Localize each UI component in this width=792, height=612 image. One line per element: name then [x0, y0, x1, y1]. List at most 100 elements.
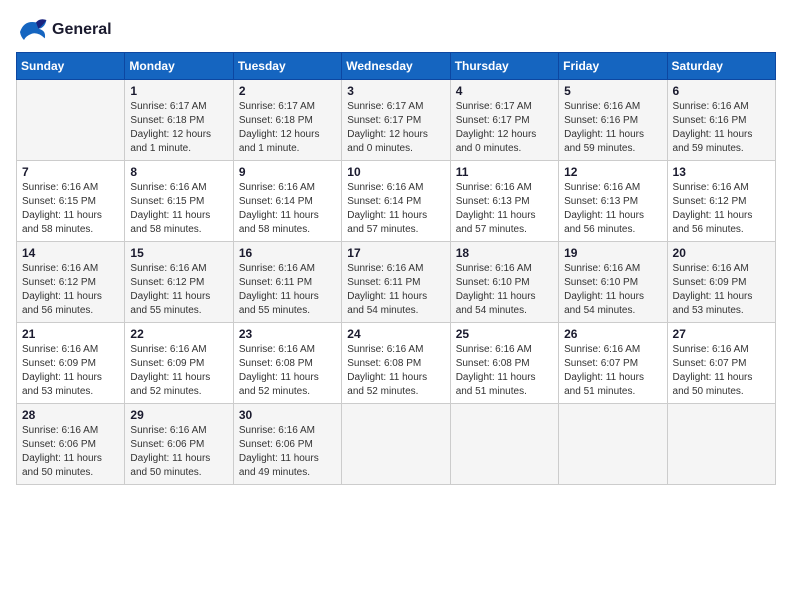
- day-info: Sunrise: 6:16 AM Sunset: 6:09 PM Dayligh…: [130, 343, 227, 399]
- calendar-week-row: 1 Sunrise: 6:17 AM Sunset: 6:18 PM Daylig…: [17, 80, 776, 161]
- calendar-table: SundayMondayTuesdayWednesdayThursdayFrid…: [16, 52, 776, 485]
- calendar-cell: [667, 404, 775, 485]
- day-number: 10: [347, 165, 444, 179]
- day-number: 7: [22, 165, 119, 179]
- day-info: Sunrise: 6:16 AM Sunset: 6:11 PM Dayligh…: [347, 262, 444, 318]
- calendar-cell: 30 Sunrise: 6:16 AM Sunset: 6:06 PM Dayli…: [233, 404, 341, 485]
- day-number: 4: [456, 84, 553, 98]
- calendar-week-row: 28 Sunrise: 6:16 AM Sunset: 6:06 PM Dayli…: [17, 404, 776, 485]
- day-number: 13: [673, 165, 770, 179]
- page-header: General: [16, 16, 776, 44]
- day-number: 3: [347, 84, 444, 98]
- day-header-saturday: Saturday: [667, 53, 775, 80]
- day-info: Sunrise: 6:16 AM Sunset: 6:06 PM Dayligh…: [130, 424, 227, 480]
- day-info: Sunrise: 6:16 AM Sunset: 6:09 PM Dayligh…: [673, 262, 770, 318]
- day-number: 16: [239, 246, 336, 260]
- day-info: Sunrise: 6:16 AM Sunset: 6:10 PM Dayligh…: [564, 262, 661, 318]
- day-info: Sunrise: 6:16 AM Sunset: 6:12 PM Dayligh…: [130, 262, 227, 318]
- logo-text: General: [52, 20, 112, 39]
- calendar-cell: 29 Sunrise: 6:16 AM Sunset: 6:06 PM Dayli…: [125, 404, 233, 485]
- calendar-cell: 23 Sunrise: 6:16 AM Sunset: 6:08 PM Dayli…: [233, 323, 341, 404]
- day-info: Sunrise: 6:16 AM Sunset: 6:07 PM Dayligh…: [564, 343, 661, 399]
- day-info: Sunrise: 6:16 AM Sunset: 6:11 PM Dayligh…: [239, 262, 336, 318]
- day-number: 30: [239, 408, 336, 422]
- calendar-cell: 8 Sunrise: 6:16 AM Sunset: 6:15 PM Daylig…: [125, 161, 233, 242]
- day-number: 21: [22, 327, 119, 341]
- calendar-cell: [559, 404, 667, 485]
- day-header-tuesday: Tuesday: [233, 53, 341, 80]
- calendar-cell: 24Sunrise: 6:16 AM Sunset: 6:08 PM Dayli…: [342, 323, 450, 404]
- calendar-cell: [450, 404, 558, 485]
- day-number: 15: [130, 246, 227, 260]
- day-number: 28: [22, 408, 119, 422]
- calendar-cell: 9 Sunrise: 6:16 AM Sunset: 6:14 PM Daylig…: [233, 161, 341, 242]
- calendar-week-row: 7 Sunrise: 6:16 AM Sunset: 6:15 PM Daylig…: [17, 161, 776, 242]
- day-number: 14: [22, 246, 119, 260]
- calendar-cell: 2 Sunrise: 6:17 AM Sunset: 6:18 PM Daylig…: [233, 80, 341, 161]
- day-number: 1: [130, 84, 227, 98]
- day-number: 2: [239, 84, 336, 98]
- calendar-cell: 14Sunrise: 6:16 AM Sunset: 6:12 PM Dayli…: [17, 242, 125, 323]
- calendar-cell: 26 Sunrise: 6:16 AM Sunset: 6:07 PM Dayli…: [559, 323, 667, 404]
- day-info: Sunrise: 6:16 AM Sunset: 6:16 PM Dayligh…: [673, 100, 770, 156]
- day-info: Sunrise: 6:17 AM Sunset: 6:17 PM Dayligh…: [347, 100, 444, 156]
- day-info: Sunrise: 6:16 AM Sunset: 6:07 PM Dayligh…: [673, 343, 770, 399]
- calendar-cell: 18Sunrise: 6:16 AM Sunset: 6:10 PM Dayli…: [450, 242, 558, 323]
- day-info: Sunrise: 6:16 AM Sunset: 6:10 PM Dayligh…: [456, 262, 553, 318]
- day-number: 26: [564, 327, 661, 341]
- day-info: Sunrise: 6:16 AM Sunset: 6:08 PM Dayligh…: [239, 343, 336, 399]
- day-number: 20: [673, 246, 770, 260]
- calendar-cell: 6Sunrise: 6:16 AM Sunset: 6:16 PM Daylig…: [667, 80, 775, 161]
- calendar-body: 1 Sunrise: 6:17 AM Sunset: 6:18 PM Daylig…: [17, 80, 776, 485]
- day-number: 5: [564, 84, 661, 98]
- day-info: Sunrise: 6:17 AM Sunset: 6:17 PM Dayligh…: [456, 100, 553, 156]
- day-info: Sunrise: 6:16 AM Sunset: 6:12 PM Dayligh…: [673, 181, 770, 237]
- day-info: Sunrise: 6:16 AM Sunset: 6:14 PM Dayligh…: [239, 181, 336, 237]
- calendar-cell: 27Sunrise: 6:16 AM Sunset: 6:07 PM Dayli…: [667, 323, 775, 404]
- calendar-cell: 15 Sunrise: 6:16 AM Sunset: 6:12 PM Dayli…: [125, 242, 233, 323]
- day-header-thursday: Thursday: [450, 53, 558, 80]
- day-number: 11: [456, 165, 553, 179]
- calendar-cell: 11 Sunrise: 6:16 AM Sunset: 6:13 PM Dayli…: [450, 161, 558, 242]
- day-header-sunday: Sunday: [17, 53, 125, 80]
- logo: General: [16, 16, 112, 44]
- calendar-cell: [342, 404, 450, 485]
- calendar-cell: 22Sunrise: 6:16 AM Sunset: 6:09 PM Dayli…: [125, 323, 233, 404]
- calendar-cell: 10Sunrise: 6:16 AM Sunset: 6:14 PM Dayli…: [342, 161, 450, 242]
- day-header-monday: Monday: [125, 53, 233, 80]
- calendar-cell: 19Sunrise: 6:16 AM Sunset: 6:10 PM Dayli…: [559, 242, 667, 323]
- calendar-cell: 5 Sunrise: 6:16 AM Sunset: 6:16 PM Daylig…: [559, 80, 667, 161]
- day-info: Sunrise: 6:16 AM Sunset: 6:06 PM Dayligh…: [239, 424, 336, 480]
- day-number: 12: [564, 165, 661, 179]
- calendar-cell: 12 Sunrise: 6:16 AM Sunset: 6:13 PM Dayli…: [559, 161, 667, 242]
- day-info: Sunrise: 6:16 AM Sunset: 6:09 PM Dayligh…: [22, 343, 119, 399]
- day-info: Sunrise: 6:17 AM Sunset: 6:18 PM Dayligh…: [239, 100, 336, 156]
- calendar-cell: [17, 80, 125, 161]
- day-info: Sunrise: 6:16 AM Sunset: 6:16 PM Dayligh…: [564, 100, 661, 156]
- day-info: Sunrise: 6:16 AM Sunset: 6:15 PM Dayligh…: [130, 181, 227, 237]
- calendar-cell: 1Sunrise: 6:17 AM Sunset: 6:18 PM Daylig…: [125, 80, 233, 161]
- calendar-cell: 17 Sunrise: 6:16 AM Sunset: 6:11 PM Dayli…: [342, 242, 450, 323]
- day-number: 23: [239, 327, 336, 341]
- day-info: Sunrise: 6:16 AM Sunset: 6:13 PM Dayligh…: [456, 181, 553, 237]
- day-header-wednesday: Wednesday: [342, 53, 450, 80]
- day-header-row: SundayMondayTuesdayWednesdayThursdayFrid…: [17, 53, 776, 80]
- calendar-week-row: 21 Sunrise: 6:16 AM Sunset: 6:09 PM Dayli…: [17, 323, 776, 404]
- calendar-cell: 25 Sunrise: 6:16 AM Sunset: 6:08 PM Dayli…: [450, 323, 558, 404]
- calendar-cell: 4 Sunrise: 6:17 AM Sunset: 6:17 PM Daylig…: [450, 80, 558, 161]
- day-number: 25: [456, 327, 553, 341]
- calendar-cell: 16 Sunrise: 6:16 AM Sunset: 6:11 PM Dayli…: [233, 242, 341, 323]
- day-number: 9: [239, 165, 336, 179]
- calendar-week-row: 14 Sunrise: 6:16 AM Sunset: 6:12 PM Dayli…: [17, 242, 776, 323]
- day-number: 29: [130, 408, 227, 422]
- day-number: 8: [130, 165, 227, 179]
- calendar-cell: 20 Sunrise: 6:16 AM Sunset: 6:09 PM Dayli…: [667, 242, 775, 323]
- calendar-cell: 28 Sunrise: 6:16 AM Sunset: 6:06 PM Dayli…: [17, 404, 125, 485]
- calendar-cell: 21 Sunrise: 6:16 AM Sunset: 6:09 PM Dayli…: [17, 323, 125, 404]
- day-number: 17: [347, 246, 444, 260]
- calendar-cell: 7Sunrise: 6:16 AM Sunset: 6:15 PM Daylig…: [17, 161, 125, 242]
- calendar-cell: 13 Sunrise: 6:16 AM Sunset: 6:12 PM Dayli…: [667, 161, 775, 242]
- day-info: Sunrise: 6:16 AM Sunset: 6:06 PM Dayligh…: [22, 424, 119, 480]
- day-info: Sunrise: 6:16 AM Sunset: 6:08 PM Dayligh…: [456, 343, 553, 399]
- day-info: Sunrise: 6:16 AM Sunset: 6:13 PM Dayligh…: [564, 181, 661, 237]
